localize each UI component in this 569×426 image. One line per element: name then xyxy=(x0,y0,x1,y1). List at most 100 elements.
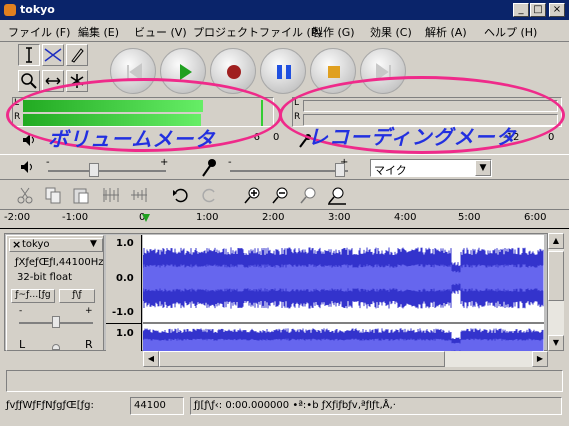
record-tick-0: 0 xyxy=(548,132,555,143)
playback-meter-annotation: ボリュームメータ xyxy=(48,127,216,151)
close-icon[interactable]: × xyxy=(12,238,21,251)
record-meter-annotation: レコーディングメータ xyxy=(308,125,517,149)
track-title-bar[interactable]: × tokyo ▼ xyxy=(9,238,103,252)
pan-right-label: R xyxy=(85,338,93,351)
zoom-in-icon xyxy=(244,187,260,204)
menu-edit[interactable]: 編集 (E) xyxy=(78,24,119,40)
input-volume-thumb[interactable] xyxy=(335,163,345,177)
output-volume-thumb[interactable] xyxy=(89,163,99,177)
message-panel xyxy=(6,370,563,392)
track-control-panel: × tokyo ▼ ƒXƒeƒŒƒI,44100Hz 32-bit float … xyxy=(6,235,104,351)
ruler-label: -2:00 xyxy=(4,212,31,223)
pan-left-label: L xyxy=(19,338,26,351)
menu-generate[interactable]: 製作 (G) xyxy=(312,24,355,40)
selection-tool[interactable] xyxy=(18,44,40,66)
silence-icon xyxy=(131,188,147,202)
zoom-out-button[interactable] xyxy=(270,184,292,206)
minimize-button[interactable]: _ xyxy=(513,3,529,17)
ruler-label: 4:00 xyxy=(394,212,417,223)
copy-icon xyxy=(45,187,61,204)
ruler-label: 5:00 xyxy=(458,212,481,223)
vertical-scroll-thumb[interactable] xyxy=(548,251,564,301)
menu-file[interactable]: ファイル (F) xyxy=(8,24,70,40)
mixer-toolbar: - + - + マイク ▼ xyxy=(0,154,569,180)
menu-analyze[interactable]: 解析 (A) xyxy=(425,24,467,40)
chevron-down-icon[interactable]: ▼ xyxy=(475,160,491,176)
horizontal-scrollbar[interactable]: ◀ ▶ xyxy=(143,351,548,367)
pencil-icon xyxy=(71,48,84,63)
trim-button[interactable] xyxy=(100,184,122,206)
menu-project[interactable]: プロジェクトファイル (P) xyxy=(193,24,322,40)
solo-button[interactable]: ƒ\ƒ xyxy=(59,289,95,303)
menu-effect[interactable]: 効果 (C) xyxy=(370,24,412,40)
redo-icon xyxy=(202,188,215,203)
cursor-status: ƒJ[ƒ\ƒ‹: 0:00.000000 •ª:•b ƒXƒiƒbƒv‚ªƒIƒ… xyxy=(190,397,562,415)
redo-button[interactable] xyxy=(198,184,220,206)
scroll-right-icon[interactable]: ▶ xyxy=(532,351,548,367)
output-volume-icon xyxy=(21,161,32,173)
ruler-label: 3:00 xyxy=(328,212,351,223)
edit-toolbar xyxy=(0,181,569,209)
ruler-label: -1:00 xyxy=(62,212,89,223)
fit-project-icon xyxy=(328,187,346,205)
cut-button[interactable] xyxy=(14,184,36,206)
vertical-scrollbar[interactable]: ▲ ▼ xyxy=(548,233,564,351)
menu-view[interactable]: ビュー (V) xyxy=(134,24,187,40)
zoom-out-icon xyxy=(272,187,288,204)
track-menu-chevron-icon[interactable]: ▼ xyxy=(90,239,97,249)
scroll-up-icon[interactable]: ▲ xyxy=(548,233,564,249)
ruler-label: 6:00 xyxy=(524,212,547,223)
gain-minus-label: - xyxy=(19,306,23,316)
waveform[interactable] xyxy=(143,235,544,351)
undo-icon xyxy=(173,188,188,203)
zoom-tool[interactable] xyxy=(18,70,40,92)
silence-button[interactable] xyxy=(128,184,150,206)
pan-slider-thumb[interactable] xyxy=(52,344,60,350)
zoom-in-button[interactable] xyxy=(242,184,264,206)
project-rate-field[interactable]: 44100 xyxy=(130,397,184,415)
input-volume-slider[interactable] xyxy=(230,170,348,172)
track-bit-depth: 32-bit float xyxy=(17,272,73,283)
gain-slider-thumb[interactable] xyxy=(52,316,60,328)
app-icon xyxy=(4,4,16,16)
undo-button[interactable] xyxy=(170,184,192,206)
fit-selection-icon xyxy=(300,187,316,204)
output-volume-slider[interactable] xyxy=(48,170,166,172)
status-bar: ƒvƒƒWƒFƒNƒgƒŒ[ƒg: 44100 ƒJ[ƒ\ƒ‹: 0:00.00… xyxy=(0,395,569,417)
input-source-value: マイク xyxy=(374,164,407,177)
maximize-button[interactable]: □ xyxy=(530,3,546,17)
copy-button[interactable] xyxy=(42,184,64,206)
project-rate-label: ƒvƒƒWƒFƒNƒgƒŒ[ƒg: xyxy=(6,400,94,411)
pause-button[interactable] xyxy=(260,48,306,94)
play-position-marker-icon xyxy=(142,214,150,222)
envelope-tool[interactable] xyxy=(42,44,64,66)
magnifier-icon xyxy=(21,73,37,89)
title-bar: tokyo _ □ × xyxy=(0,0,569,20)
ruler-label: 2:00 xyxy=(262,212,285,223)
paste-icon xyxy=(73,188,89,204)
amplitude-scale: 1.0 0.0 -1.0 1.0 xyxy=(106,235,142,351)
track-name: tokyo xyxy=(22,239,50,250)
gain-plus-label: + xyxy=(85,306,93,316)
menu-help[interactable]: ヘルプ (H) xyxy=(484,24,537,40)
close-button[interactable]: × xyxy=(549,3,565,17)
scissors-icon xyxy=(17,187,33,204)
window-title: tokyo xyxy=(20,3,55,16)
scroll-left-icon[interactable]: ◀ xyxy=(143,351,159,367)
mute-button[interactable]: ƒ~ƒ…[ƒg xyxy=(11,289,55,303)
input-volume-icon xyxy=(202,159,216,177)
paste-button[interactable] xyxy=(70,184,92,206)
pause-icon xyxy=(277,65,291,79)
input-source-select[interactable]: マイク ▼ xyxy=(370,159,492,177)
scroll-down-icon[interactable]: ▼ xyxy=(548,335,564,351)
track-format-info: ƒXƒeƒŒƒI,44100Hz xyxy=(15,257,104,268)
ruler-label: 1:00 xyxy=(196,212,219,223)
horizontal-scroll-thumb[interactable] xyxy=(159,351,445,367)
fit-project-button[interactable] xyxy=(326,184,348,206)
envelope-icon xyxy=(44,48,62,62)
playback-tick-0: 0 xyxy=(273,132,280,143)
fit-selection-button[interactable] xyxy=(298,184,320,206)
draw-tool[interactable] xyxy=(66,44,88,66)
ibeam-icon xyxy=(26,47,32,63)
trim-icon xyxy=(103,188,119,202)
